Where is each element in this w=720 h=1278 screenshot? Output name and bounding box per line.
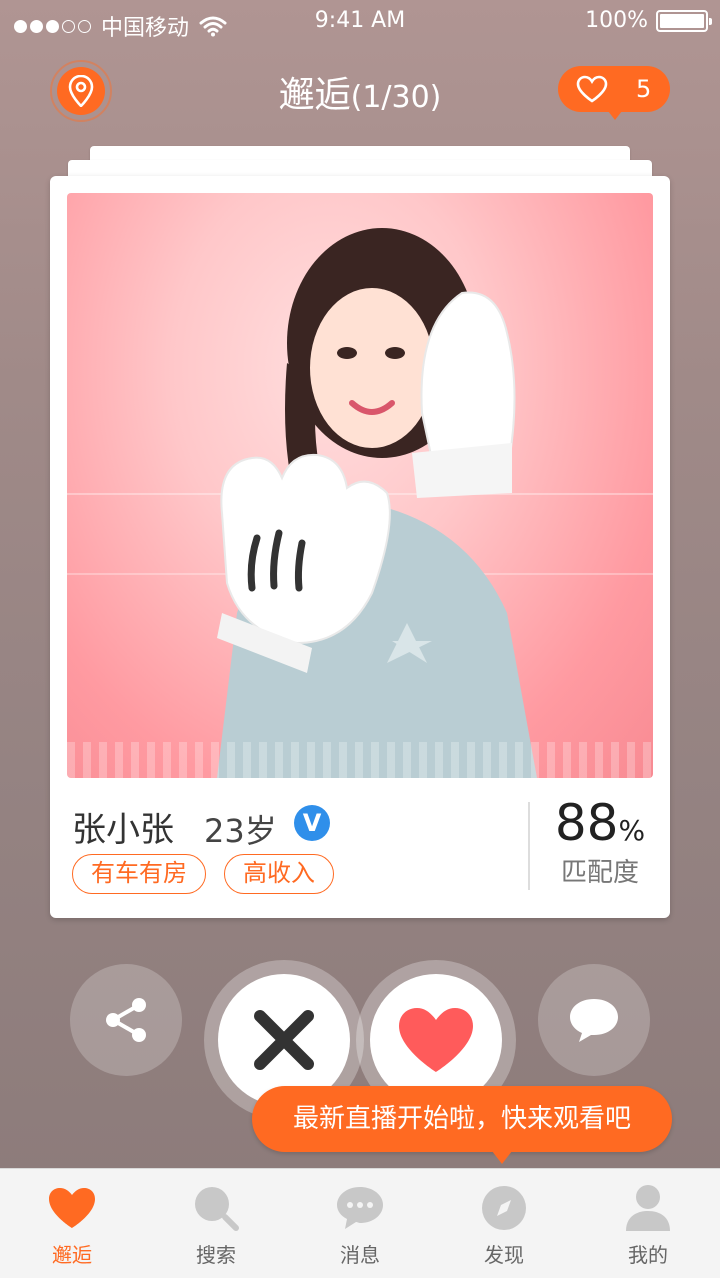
tab-label: 发现 [484, 1243, 524, 1267]
user-icon [626, 1185, 670, 1231]
tab-encounter[interactable]: 邂逅 [0, 1169, 144, 1278]
title-count: (1/30) [350, 80, 442, 115]
tab-mine[interactable]: 我的 [576, 1169, 720, 1278]
status-bar: 中国移动 9:41 AM 100% [0, 0, 720, 44]
tag-car-house: 有车有房 [72, 854, 206, 894]
message-icon [337, 1187, 383, 1229]
tab-search[interactable]: 搜索 [144, 1169, 288, 1278]
tab-messages[interactable]: 消息 [288, 1169, 432, 1278]
share-button[interactable] [70, 964, 182, 1076]
tab-bar: 邂逅 搜索 消息 发现 我的 [0, 1168, 720, 1278]
likes-count: 5 [636, 75, 652, 103]
tab-label: 搜索 [196, 1243, 236, 1267]
share-icon [106, 998, 146, 1042]
profile-card[interactable]: 张小张 23岁 V 有车有房 高收入 88% 匹配度 [50, 176, 670, 918]
chat-bubble-icon [570, 999, 618, 1042]
compass-icon [482, 1186, 526, 1230]
tab-label: 我的 [628, 1243, 668, 1267]
verified-badge: V [294, 805, 330, 841]
search-icon [195, 1187, 239, 1231]
tab-label: 消息 [340, 1243, 380, 1267]
tab-label: 邂逅 [52, 1243, 92, 1267]
profile-age: 23岁 [204, 812, 277, 850]
likes-badge[interactable]: 5 [558, 66, 670, 120]
heart-icon [49, 1188, 95, 1228]
match-label: 匹配度 [560, 858, 639, 888]
match-score: 88% 匹配度 [530, 794, 670, 889]
battery-status: 100% [585, 8, 712, 33]
profile-photo-figure [217, 228, 537, 778]
profile-photo[interactable] [67, 193, 653, 778]
title-text: 邂逅 [278, 75, 351, 116]
profile-name: 张小张 [72, 810, 174, 850]
battery-percent: 100% [585, 8, 648, 33]
heart-outline-icon [576, 75, 608, 103]
heart-icon [399, 1008, 473, 1072]
tag-high-income: 高收入 [224, 854, 334, 894]
match-value: 88 [554, 794, 619, 852]
battery-icon [656, 9, 712, 32]
match-unit: % [618, 814, 646, 847]
tab-discover[interactable]: 发现 [432, 1169, 576, 1278]
chat-button[interactable] [538, 964, 650, 1076]
live-stream-toast[interactable]: 最新直播开始啦，快来观看吧 [252, 1086, 672, 1164]
close-icon [254, 1010, 314, 1070]
header: 邂逅(1/30) 5 [0, 58, 720, 122]
